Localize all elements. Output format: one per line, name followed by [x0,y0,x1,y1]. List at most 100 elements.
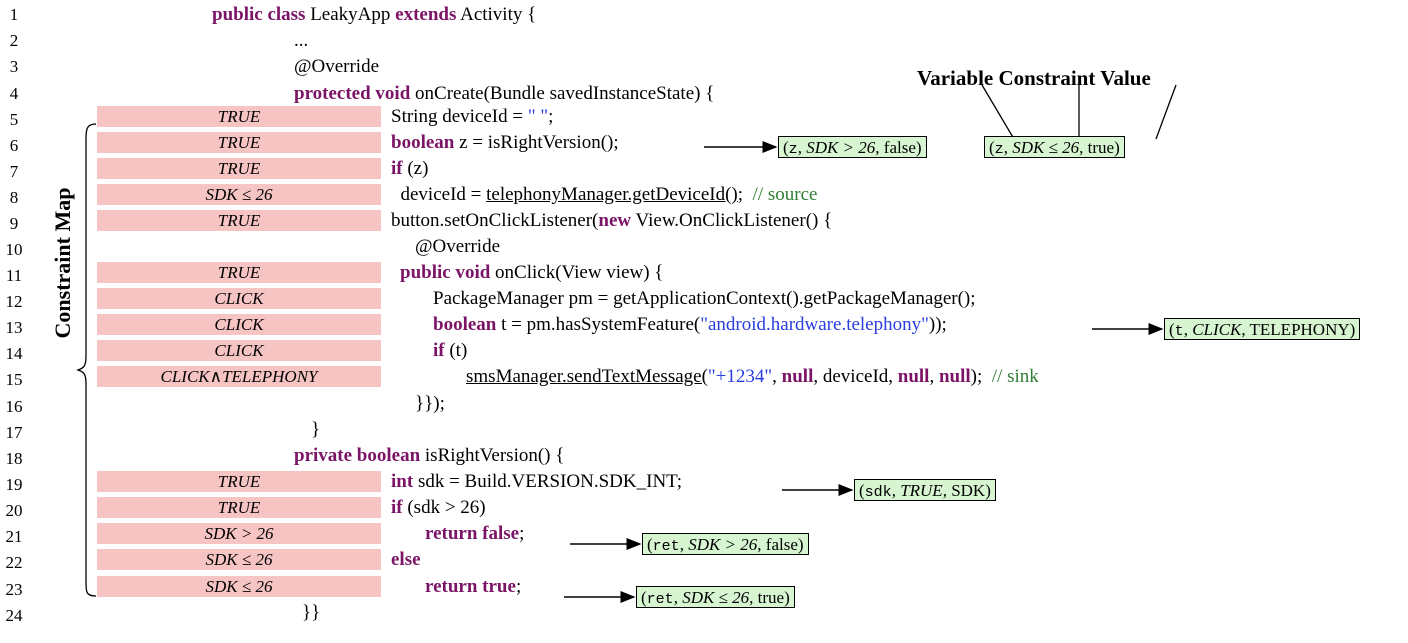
code-text: )); [928,314,947,335]
tuple-value: true [1087,138,1115,157]
tuple-z-true: (z, SDK ≤ 26, true) [984,136,1125,158]
code-text: deviceId = [391,184,487,205]
keyword: boolean [433,314,497,335]
string-literal: "+1234" [707,366,773,387]
keyword: null [897,366,930,387]
code-line-2: ... [294,29,308,53]
code-line-13: boolean t = pm.hasSystemFeature("android… [433,313,947,337]
separator: , [757,535,766,554]
code-text: @Override [415,236,501,257]
tuple-constraint: TRUE [900,481,943,500]
constraint-cell: CLICK∧TELEPHONY [97,366,381,387]
tuple-constraint: CLICK [1192,320,1242,339]
code-text: ... [294,30,309,51]
tuple-ret-true: (ret, SDK ≤ 26, true) [636,586,795,608]
tuple-value: TELEPHONY [1249,320,1350,339]
code-line-16: }}); [415,392,445,416]
paren: ) [985,481,991,500]
keyword: public class [212,4,306,25]
code-line-17: } [311,418,320,442]
code-line-22: else [391,548,421,572]
tuple-value: false [765,535,798,554]
paren: ) [1349,320,1356,339]
tuple-t-click: (t, CLICK, TELEPHONY) [1164,318,1361,340]
constraint-cell: TRUE [97,158,381,179]
code-text: button.setOnClickListener( [391,210,599,231]
keyword: extends [395,4,457,25]
keyword: if [433,340,445,361]
code-text: onCreate(Bundle savedInstanceState) { [410,83,715,104]
keyword: return false [425,523,520,544]
paren: ) [797,535,804,554]
code-text: String deviceId = [391,106,528,127]
separator: , [875,138,884,157]
tuple-constraint: SDK > 26 [688,535,758,554]
code-line-14: if (t) [433,339,467,363]
tuple-ret-false: (ret, SDK > 26, false) [642,533,809,555]
code-text: z = isRightVersion(); [454,132,619,153]
separator: , [891,481,901,500]
code-line-5: String deviceId = " "; [391,105,553,129]
constraint-cell: TRUE [97,132,381,153]
header-value: Value [1100,66,1151,90]
code-line-19: int sdk = Build.VERSION.SDK_INT; [391,470,682,494]
constraint-cell: TRUE [97,262,381,283]
string-literal: " " [527,106,549,127]
code-text: PackageManager pm = getApplicationContex… [433,288,976,309]
tuple-variable: ret [652,538,680,555]
separator: , [1241,320,1250,339]
code-text: LeakyApp [305,4,396,25]
tuple-constraint: SDK ≤ 26 [1012,138,1080,157]
code-line-10: @Override [415,235,500,259]
tuple-sdk-true: (sdk, TRUE, SDK) [854,479,996,501]
tuple-value: true [757,588,785,607]
variable-connector [981,84,1015,140]
separator: , [1003,138,1013,157]
code-text: (z) [402,158,429,179]
keyword: boolean [391,132,455,153]
code-comment: // sink [991,366,1039,387]
keyword: int [391,471,414,492]
code-line-4: protected void onCreate(Bundle savedInst… [294,82,714,106]
keyword: new [598,210,632,231]
code-text: , [929,366,939,387]
code-line-9: button.setOnClickListener(new View.OnCli… [391,209,832,233]
code-text: ; [519,523,525,544]
code-text: }} [302,602,321,623]
constraint-map-brace [75,123,97,597]
constraint-cell: SDK ≤ 26 [97,576,381,597]
tuple-header: Variable Constraint Value [917,66,1151,91]
tuple-value: false [883,138,916,157]
code-comment: // source [752,184,818,205]
tuple-variable: ret [646,591,674,608]
separator: , [942,481,952,500]
keyword: null [938,366,971,387]
code-text: onClick(View view) { [490,262,664,283]
code-text: @Override [294,56,380,77]
paren: ) [1114,138,1120,157]
code-text: } [311,419,321,440]
keyword: null [781,366,814,387]
tuple-constraint: SDK ≤ 26 [682,588,750,607]
header-constraint: Constraint [998,66,1096,90]
constraint-cell: TRUE [97,210,381,231]
code-text: Activity { [456,4,537,25]
keyword: return true [425,576,516,597]
code-text: (sdk > 26) [402,497,486,518]
separator: , [673,588,683,607]
paren: ) [784,588,790,607]
separator: , [1079,138,1088,157]
code-line-12: PackageManager pm = getApplicationContex… [433,287,976,311]
sink-call: smsManager.sendTextMessage( [466,366,708,387]
keyword: private boolean [294,445,421,466]
constraint-cell: TRUE [97,471,381,492]
constraint-cell: CLICK [97,340,381,361]
paren: ) [915,138,922,157]
keyword: protected void [294,83,411,104]
constraint-cell: SDK ≤ 26 [97,184,381,205]
keyword: if [391,497,403,518]
code-line-15: smsManager.sendTextMessage("+1234", null… [466,365,1039,389]
tuple-value: SDK [951,481,986,500]
code-line-1: public class LeakyApp extends Activity { [212,3,536,27]
tuple-variable: z [788,141,798,158]
